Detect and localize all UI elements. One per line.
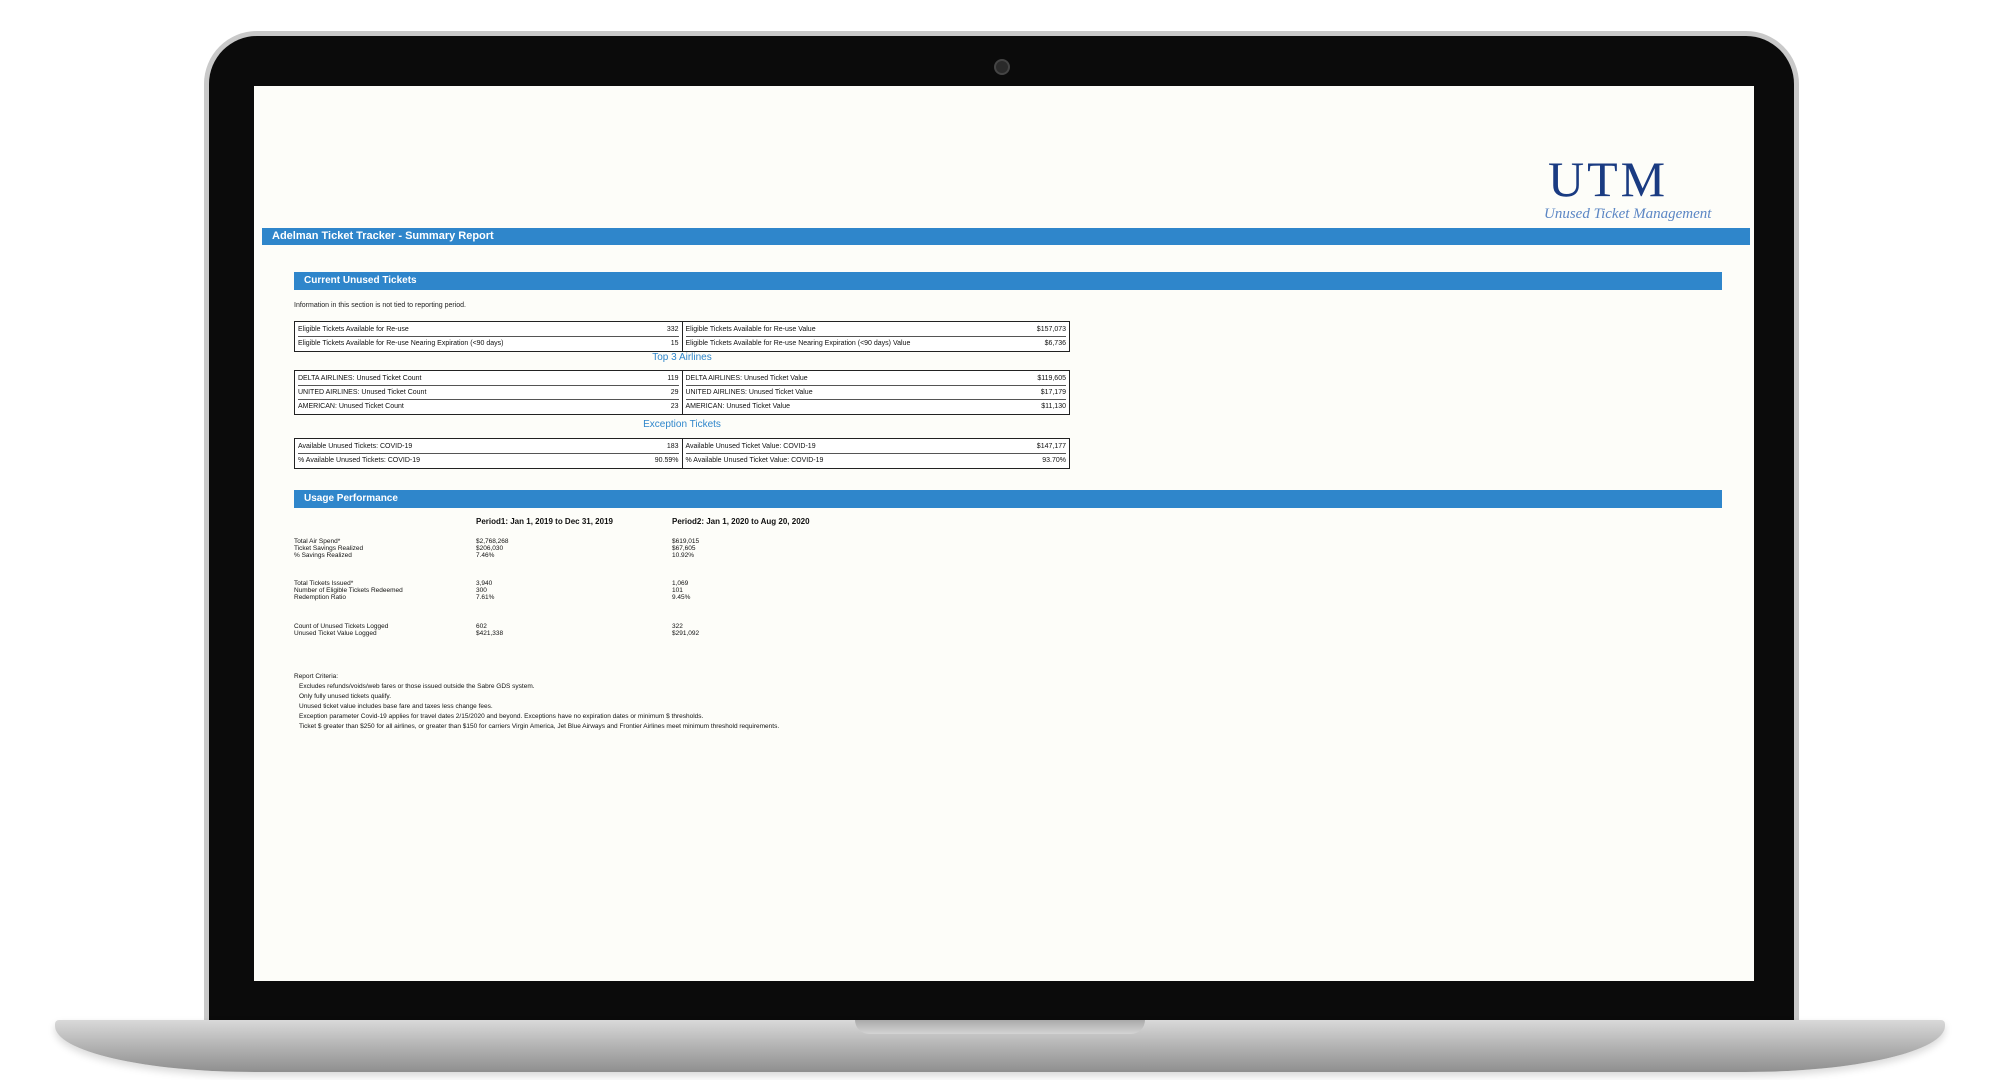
webcam-icon xyxy=(994,59,1010,75)
section-usage-performance: Usage Performance xyxy=(294,490,1722,508)
table-row: DELTA AIRLINES: Unused Ticket Value $119,… xyxy=(685,375,1067,382)
table-row: Available Unused Tickets: COVID-19 183 xyxy=(298,443,679,450)
period2-heading: Period2: Jan 1, 2020 to Aug 20, 2020 xyxy=(672,517,810,526)
section-note: Information in this section is not tied … xyxy=(294,302,466,309)
metric-labels: Count of Unused Tickets Logged Unused Tic… xyxy=(294,623,389,637)
laptop-notch xyxy=(855,1020,1145,1034)
criteria-heading: Report Criteria: xyxy=(294,673,339,680)
exception-right-col: Available Unused Ticket Value: COVID-19 $… xyxy=(683,439,1070,468)
logo-main: UTM xyxy=(1548,151,1669,207)
eligible-right-col: Eligible Tickets Available for Re-use Va… xyxy=(683,322,1070,351)
top-airlines-table: DELTA AIRLINES: Unused Ticket Count 119 U… xyxy=(294,370,1070,415)
report-criteria: Report Criteria: Excludes refunds/voids/… xyxy=(294,672,779,732)
top-airlines-heading: Top 3 Airlines xyxy=(652,352,712,363)
eligible-left-col: Eligible Tickets Available for Re-use 332… xyxy=(295,322,683,351)
metric-labels: Total Tickets Issued* Number of Eligible … xyxy=(294,580,403,601)
criteria-item: Exception parameter Covid-19 applies for… xyxy=(299,713,704,720)
exception-left-col: Available Unused Tickets: COVID-19 183 % … xyxy=(295,439,683,468)
criteria-item: Excludes refunds/voids/web fares or thos… xyxy=(299,683,535,690)
section-current-unused: Current Unused Tickets xyxy=(294,272,1722,290)
table-row: % Available Unused Tickets: COVID-19 90.5… xyxy=(298,453,679,467)
airlines-left-col: DELTA AIRLINES: Unused Ticket Count 119 U… xyxy=(295,371,683,414)
table-row: AMERICAN: Unused Ticket Count 23 xyxy=(298,399,679,413)
table-row: % Available Unused Ticket Value: COVID-1… xyxy=(685,453,1066,467)
criteria-item: Unused ticket value includes base fare a… xyxy=(299,703,493,710)
metric-period1-values: 3,940 300 7.61% xyxy=(476,580,495,601)
criteria-item: Ticket $ greater than $250 for all airli… xyxy=(299,723,780,730)
table-row: AMERICAN: Unused Ticket Value $11,130 xyxy=(685,399,1066,413)
airlines-right-col: DELTA AIRLINES: Unused Ticket Value $119,… xyxy=(683,371,1070,414)
metric-labels: Total Air Spend* Ticket Savings Realized%… xyxy=(294,538,364,559)
metric-period1-values: $2,768,268 $206,030 7.46% xyxy=(476,538,509,559)
table-row: UNITED AIRLINES: Unused Ticket Count 29 xyxy=(298,385,679,399)
table-row: Eligible Tickets Available for Re-use Va… xyxy=(685,326,1067,333)
table-row: UNITED AIRLINES: Unused Ticket Value $17,… xyxy=(685,385,1066,399)
metric-period1-values: 602 $421,338 xyxy=(476,623,504,637)
table-row: DELTA AIRLINES: Unused Ticket Count 119 xyxy=(298,375,679,382)
report-screen: UTM Unused Ticket Management Adelman Tic… xyxy=(254,86,1754,981)
eligible-table: Eligible Tickets Available for Re-use 332… xyxy=(294,321,1070,352)
table-row: Eligible Tickets Available for Re-use 332 xyxy=(298,326,679,333)
utm-logo: UTM Unused Ticket Management xyxy=(1544,154,1734,223)
table-row: Available Unused Ticket Value: COVID-19 $… xyxy=(685,443,1067,450)
criteria-item: Only fully unused tickets qualify. xyxy=(299,693,392,700)
logo-subtitle: Unused Ticket Management xyxy=(1544,206,1712,222)
report-title: Adelman Ticket Tracker - Summary Report xyxy=(262,228,1750,245)
table-row: Eligible Tickets Available for Re-use Ne… xyxy=(298,336,679,350)
metric-period2-values: 1,069 101 9.45% xyxy=(672,580,691,601)
period1-heading: Period1: Jan 1, 2019 to Dec 31, 2019 xyxy=(476,517,613,526)
metric-period2-values: 322 $291,092 xyxy=(672,623,700,637)
exception-heading: Exception Tickets xyxy=(643,419,721,430)
metric-period2-values: $619,015 $67,605 10.92% xyxy=(672,538,700,559)
table-row: Eligible Tickets Available for Re-use Ne… xyxy=(685,336,1066,350)
exception-table: Available Unused Tickets: COVID-19 183 % … xyxy=(294,438,1070,469)
